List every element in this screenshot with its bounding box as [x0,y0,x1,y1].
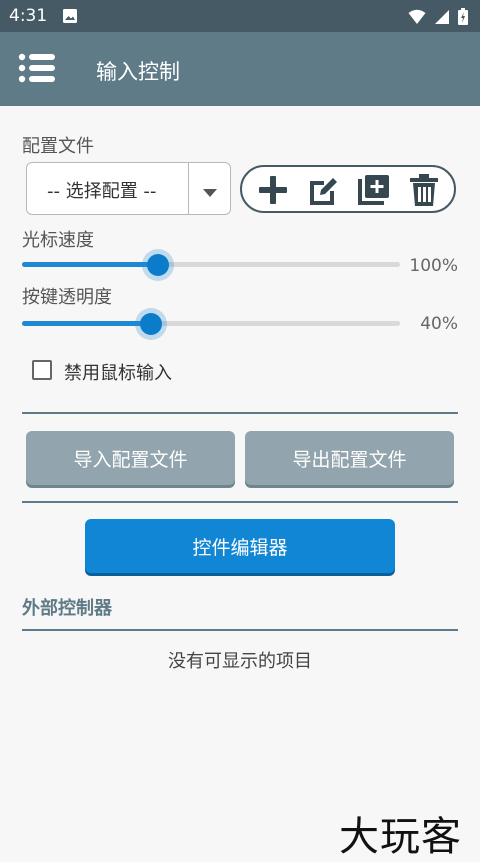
watermark: 大玩客 [339,814,462,860]
status-time: 4:31 [9,6,48,26]
system-icons [408,8,468,29]
empty-list-text: 没有可显示的项目 [168,651,312,672]
cursor-speed-label: 光标速度 [22,230,94,251]
disable-mouse-label: 禁用鼠标输入 [64,363,172,384]
disable-mouse-checkbox[interactable] [32,360,52,380]
delete-icon[interactable] [408,173,442,207]
divider [22,501,458,503]
button-opacity-value: 40% [420,314,458,334]
select-divider [188,163,189,214]
button-opacity-slider-thumb[interactable] [139,313,162,335]
wifi-icon [408,9,426,29]
profile-select[interactable]: -- 选择配置 -- [26,162,231,215]
cursor-speed-value: 100% [409,256,458,276]
app-bar: 输入控制 [0,32,480,106]
external-controllers-title: 外部控制器 [22,598,112,619]
import-profile-button[interactable]: 导入配置文件 [26,431,235,485]
divider [22,412,458,414]
signal-icon [434,9,450,29]
divider [22,629,458,631]
control-editor-button[interactable]: 控件编辑器 [85,519,395,573]
status-bar: 4:31 [0,0,480,32]
copy-icon[interactable] [356,173,390,207]
add-icon[interactable] [256,173,290,207]
export-profile-button[interactable]: 导出配置文件 [245,431,454,485]
dropdown-arrow-icon [202,183,218,202]
button-opacity-slider-fill [22,321,151,326]
edit-icon[interactable] [306,173,340,207]
button-opacity-slider[interactable] [22,321,400,326]
battery-icon [458,8,468,29]
cursor-speed-slider[interactable] [22,262,400,267]
profile-label: 配置文件 [22,136,94,157]
image-icon [62,8,78,28]
profile-actions [240,165,456,213]
profile-select-value: -- 选择配置 -- [47,181,157,202]
cursor-speed-slider-thumb[interactable] [147,254,170,276]
button-opacity-label: 按键透明度 [22,287,112,308]
menu-icon[interactable] [18,52,56,88]
cursor-speed-slider-fill [22,262,159,267]
page-title: 输入控制 [96,60,180,84]
